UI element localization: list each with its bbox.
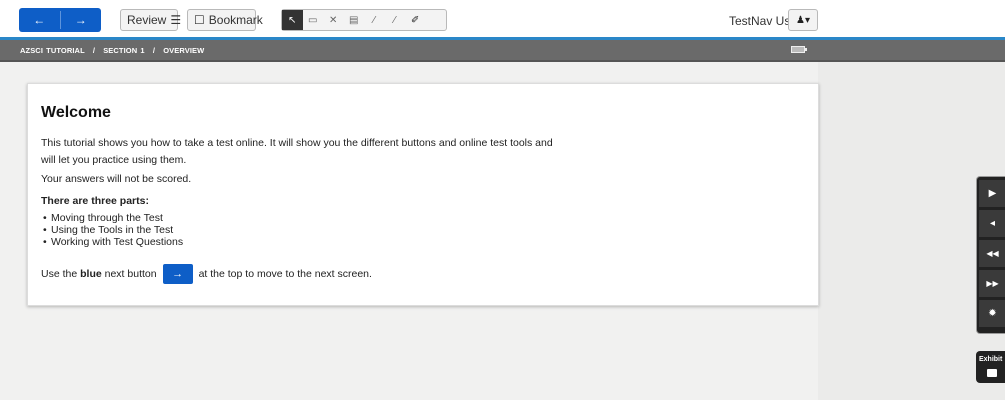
parts-list: Moving through the Test Using the Tools … bbox=[41, 212, 183, 248]
pointer-tool[interactable]: ↖ bbox=[282, 10, 303, 30]
side-toolbar: ▶ ◂ ◀◀ ▶▶ ✹ bbox=[976, 176, 1005, 334]
arrow-right-icon: → bbox=[74, 13, 87, 27]
next-instruction: Use the blue next button → at the top to… bbox=[41, 264, 372, 284]
bookmark-label: Bookmark bbox=[208, 13, 263, 27]
arrow-left-icon: ← bbox=[33, 13, 46, 27]
user-icon: ♟▾ bbox=[796, 14, 810, 26]
back-button[interactable]: ← bbox=[19, 8, 60, 32]
next-button[interactable]: → bbox=[61, 8, 102, 32]
exhibit-button[interactable]: Exhibit bbox=[976, 351, 1005, 383]
battery-tip bbox=[805, 48, 807, 51]
breadcrumb-item: OVERVIEW bbox=[163, 46, 205, 55]
tools-group: ↖ ▭ ✕ ▤ ⁄ ⁄ ✐ bbox=[281, 9, 447, 31]
gear-icon: ✹ bbox=[988, 308, 997, 319]
intro-text: This tutorial shows you how to take a te… bbox=[41, 137, 553, 166]
navigation-buttons: ← → bbox=[19, 8, 101, 32]
breadcrumb-item: AZSCI TUTORIAL bbox=[20, 46, 85, 55]
arrow-right-icon: → bbox=[172, 268, 184, 280]
instruction-bold: blue bbox=[80, 268, 102, 280]
calculator-tool[interactable]: ▤ bbox=[344, 10, 365, 30]
play-button[interactable]: ▶ bbox=[979, 180, 1005, 207]
welcome-card: Welcome This tutorial shows you how to t… bbox=[27, 83, 819, 306]
not-scored-text: Your answers will not be scored. bbox=[41, 173, 192, 185]
answer-eliminator-icon: ✕ bbox=[329, 14, 338, 26]
rewind-icon: ◀◀ bbox=[986, 249, 999, 258]
review-button[interactable]: Review ☰ bbox=[120, 9, 182, 31]
inline-next-button-image: → bbox=[162, 264, 193, 284]
answer-eliminator-tool[interactable]: ✕ bbox=[323, 10, 344, 30]
list-icon: ☰ bbox=[170, 13, 182, 27]
user-menu-button[interactable]: ♟▾ bbox=[788, 9, 818, 31]
note-tool[interactable]: ▭ bbox=[303, 10, 324, 30]
highlighter-tool[interactable]: ⁄ bbox=[364, 10, 385, 30]
breadcrumb-separator: / bbox=[152, 46, 156, 55]
breadcrumb-separator: / bbox=[92, 46, 95, 55]
bookmark-button[interactable]: ☐ Bookmark bbox=[187, 9, 263, 31]
page-title: Welcome bbox=[41, 104, 111, 121]
battery-icon bbox=[791, 46, 805, 53]
play-icon: ▶ bbox=[988, 188, 997, 199]
folder-icon bbox=[987, 369, 997, 377]
breadcrumb-text: AZSCI TUTORIAL / SECTION 1 / OVERVIEW bbox=[20, 46, 204, 55]
breadcrumb-item: SECTION 1 bbox=[103, 46, 145, 55]
fast-forward-button[interactable]: ▶▶ bbox=[979, 270, 1005, 297]
fast-forward-icon: ▶▶ bbox=[986, 279, 999, 288]
calculator-icon: ▤ bbox=[349, 14, 359, 26]
breadcrumb: AZSCI TUTORIAL / SECTION 1 / OVERVIEW bbox=[0, 40, 1005, 62]
top-toolbar: ← → Review ☰ ☐ Bookmark ↖ ▭ ✕ ▤ ⁄ ⁄ ✐ Te… bbox=[0, 0, 1005, 38]
list-item: Using the Tools in the Test bbox=[41, 224, 183, 236]
instruction-mid: next button bbox=[101, 268, 157, 280]
megaphone-icon: ◂ bbox=[989, 218, 996, 229]
pen-tool[interactable]: ✐ bbox=[405, 10, 426, 30]
rewind-button[interactable]: ◀◀ bbox=[979, 240, 1005, 267]
instruction-post: at the top to move to the next screen. bbox=[198, 268, 372, 280]
settings-button[interactable]: ✹ bbox=[979, 300, 1005, 327]
exhibit-label: Exhibit bbox=[979, 356, 1003, 363]
list-item: Working with Test Questions bbox=[41, 236, 183, 248]
megaphone-button[interactable]: ◂ bbox=[979, 210, 1005, 237]
eraser-icon: ⁄ bbox=[393, 14, 396, 26]
review-label: Review bbox=[127, 13, 167, 27]
highlighter-icon: ⁄ bbox=[373, 14, 376, 26]
note-icon: ▭ bbox=[308, 14, 318, 26]
instruction-pre: Use the bbox=[41, 268, 81, 280]
pointer-icon: ↖ bbox=[288, 14, 297, 26]
eraser-tool[interactable]: ⁄ bbox=[385, 10, 406, 30]
list-item: Moving through the Test bbox=[41, 212, 183, 224]
bookmark-icon: ☐ bbox=[194, 13, 205, 27]
pen-icon: ✐ bbox=[411, 14, 420, 26]
parts-heading: There are three parts: bbox=[41, 195, 149, 207]
